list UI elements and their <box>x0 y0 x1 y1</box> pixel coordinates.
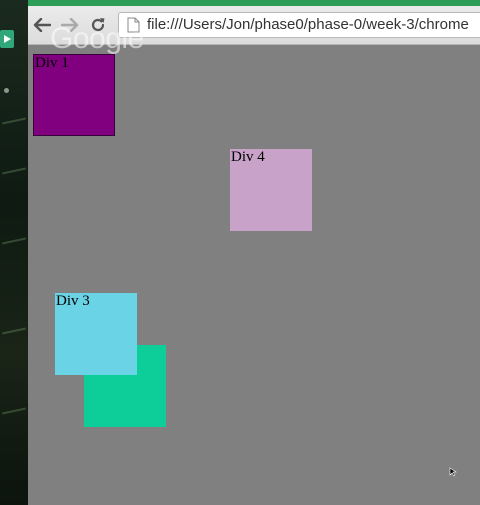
back-arrow-icon <box>33 18 51 32</box>
desktop-streak <box>2 117 26 125</box>
div-3-box: Div 3 <box>55 293 137 375</box>
div-1-label: Div 1 <box>35 55 69 71</box>
dock-indicator <box>4 88 9 93</box>
div-4-box: Div 4 <box>230 149 312 231</box>
page-viewport: Div 1 Div 4 Div 3 <box>28 45 480 505</box>
browser-window: file:///Users/Jon/phase0/phase-0/week-3/… <box>28 0 480 505</box>
forward-arrow-icon <box>61 18 79 32</box>
back-button[interactable] <box>32 15 52 35</box>
url-text[interactable]: file:///Users/Jon/phase0/phase-0/week-3/… <box>147 16 477 33</box>
forward-button[interactable] <box>60 15 80 35</box>
address-bar[interactable]: file:///Users/Jon/phase0/phase-0/week-3/… <box>118 12 480 38</box>
reload-icon <box>91 18 105 32</box>
browser-toolbar: file:///Users/Jon/phase0/phase-0/week-3/… <box>28 6 480 45</box>
div-3-label: Div 3 <box>56 293 90 309</box>
div-4-label: Div 4 <box>231 149 265 165</box>
reload-button[interactable] <box>88 15 108 35</box>
div-1-box: Div 1 <box>33 54 115 136</box>
page-icon <box>127 17 140 33</box>
desktop-streak <box>2 327 26 335</box>
mouse-cursor-icon <box>449 467 457 477</box>
desktop-streak <box>2 237 26 245</box>
desktop-background <box>0 0 28 505</box>
desktop-streak <box>2 167 26 175</box>
desktop-streak <box>2 407 26 415</box>
dock-app-icon[interactable] <box>0 30 14 48</box>
